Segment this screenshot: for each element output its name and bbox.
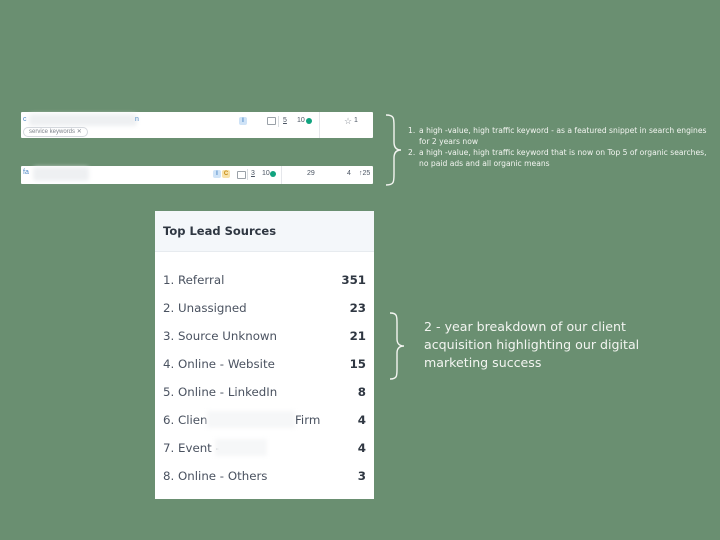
keyword-tag[interactable]: service keywords ✕ <box>23 127 88 137</box>
intent-badge-informational: I <box>213 170 221 178</box>
column-divider <box>319 112 320 138</box>
rank-change: ↑25 <box>359 170 371 177</box>
lead-source-count: 4 <box>357 441 366 455</box>
close-icon[interactable]: ✕ <box>77 129 82 135</box>
lead-source-count: 4 <box>357 413 366 427</box>
lead-source-label: 3. Source Unknown <box>163 329 278 343</box>
lead-source-count: 3 <box>357 469 366 483</box>
lead-source-row: 6. Clien Firm 4 <box>163 411 366 429</box>
keyword-difficulty: 10 <box>297 117 305 124</box>
lead-source-row: 4. Online - Website 15 <box>163 357 366 373</box>
redacted-text <box>207 411 295 428</box>
lead-source-count: 8 <box>357 385 366 399</box>
rank-value: 4 <box>347 170 351 177</box>
item-text: a high -value, high traffic keyword that… <box>419 148 707 168</box>
lead-source-label-tail: Firm <box>295 413 321 427</box>
serp-features-icon <box>237 171 246 179</box>
lead-source-label: 8. Online - Others <box>163 469 268 483</box>
lead-source-row: 3. Source Unknown 21 <box>163 329 366 345</box>
redacted-text <box>215 439 267 456</box>
intent-badge-commercial: C <box>222 170 230 178</box>
keyword-text[interactable]: fa <box>23 169 29 176</box>
card-title: Top Lead Sources <box>163 224 277 238</box>
lead-source-row: 8. Online - Others 3 <box>163 469 366 485</box>
redacted-keyword <box>29 114 137 126</box>
lead-source-row: 7. Event - 4 <box>163 439 366 457</box>
lead-source-row: 5. Online - LinkedIn 8 <box>163 385 366 401</box>
lead-source-label: 2. Unassigned <box>163 301 247 315</box>
lead-source-row: 2. Unassigned 23 <box>163 301 366 317</box>
redacted-keyword <box>33 167 89 181</box>
curly-brace-icon <box>389 312 405 380</box>
lead-source-row: 1. Referral 351 <box>163 273 366 289</box>
lead-source-count: 21 <box>349 329 366 343</box>
column-divider <box>281 166 282 184</box>
lead-source-label: 1. Referral <box>163 273 225 287</box>
card-header: Top Lead Sources <box>155 211 374 252</box>
crown-icon: ☆ <box>344 116 353 126</box>
keyword-difficulty: 10 <box>262 170 270 177</box>
divider <box>278 116 279 127</box>
lead-source-count: 351 <box>341 273 366 287</box>
lead-source-count: 15 <box>349 357 366 371</box>
serp-features-icon <box>267 117 276 125</box>
serp-features-count[interactable]: 3 <box>251 170 255 177</box>
tag-label: service keywords <box>29 129 76 135</box>
keyword-row[interactable]: c n service keywords ✕ I 5 10 ☆ 1 <box>21 112 373 138</box>
lead-source-label: 5. Online - LinkedIn <box>163 385 278 399</box>
keyword-text[interactable]: c <box>23 116 27 123</box>
item-number: 1. <box>408 126 416 135</box>
item-text: a high -value, high traffic keyword - as… <box>419 126 707 146</box>
lead-source-label: 4. Online - Website <box>163 357 275 371</box>
lead-source-label: 7. Event - <box>163 441 220 455</box>
position-value: 29 <box>307 170 315 177</box>
annotation-item: 2. a high -value, high traffic keyword t… <box>408 147 708 169</box>
position-change: 1 <box>354 117 358 124</box>
lead-source-label: 6. Clien <box>163 413 208 427</box>
difficulty-status-dot <box>270 171 276 177</box>
top-lead-sources-card: Top Lead Sources 1. Referral 351 2. Unas… <box>155 211 374 499</box>
difficulty-status-dot <box>306 118 312 124</box>
item-number: 2. <box>408 148 416 157</box>
serp-features-count[interactable]: 5 <box>283 117 287 124</box>
keywords-annotation: 1. a high -value, high traffic keyword -… <box>408 125 708 169</box>
lead-source-count: 23 <box>349 301 366 315</box>
keyword-text-end: n <box>135 116 139 123</box>
keyword-row[interactable]: fa I C 3 10 29 4 ↑25 <box>21 166 373 184</box>
lead-sources-annotation: 2 - year breakdown of our client acquisi… <box>424 319 640 370</box>
curly-brace-icon <box>385 114 402 186</box>
intent-badge-informational: I <box>239 117 247 125</box>
annotation-item: 1. a high -value, high traffic keyword -… <box>408 125 708 147</box>
divider <box>247 169 248 180</box>
